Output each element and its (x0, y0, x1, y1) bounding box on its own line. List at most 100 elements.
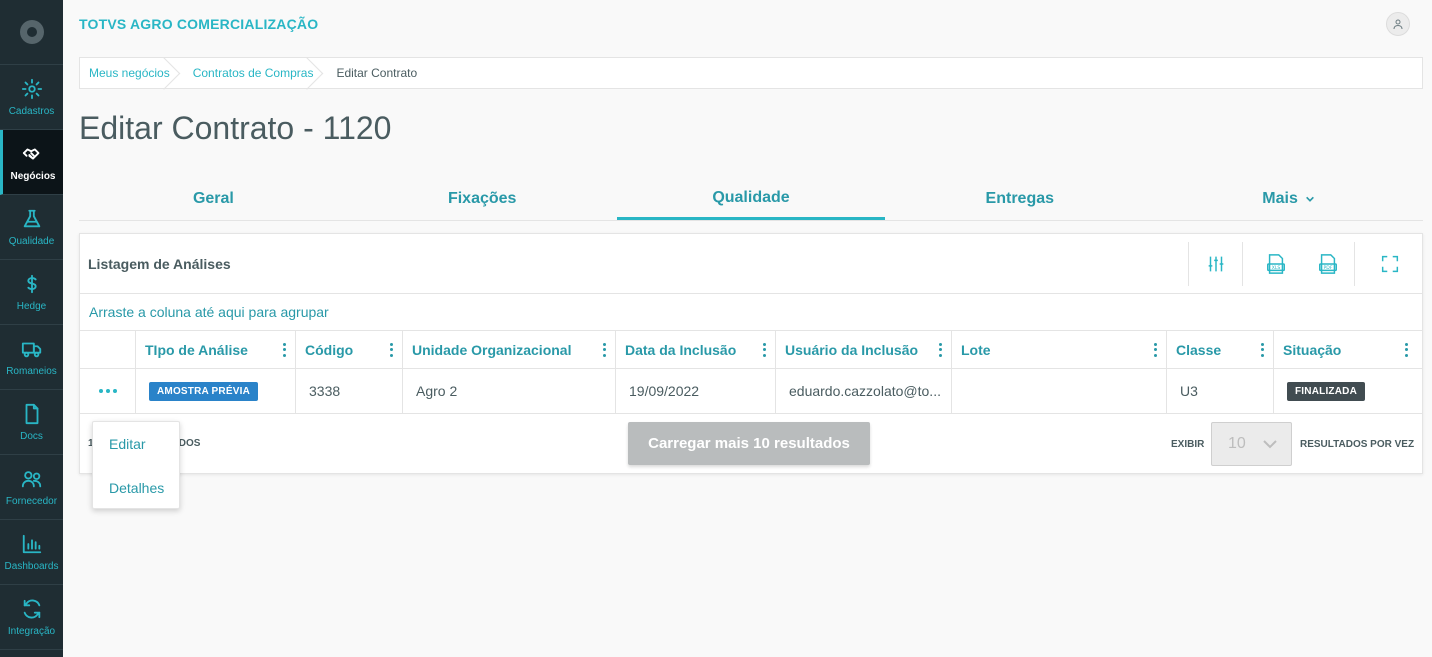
column-header-data[interactable]: Data da Inclusão (615, 331, 775, 368)
sidebar-item-label: Qualidade (8, 235, 55, 247)
column-menu-icon[interactable] (762, 342, 766, 357)
export-xls-button[interactable]: XLS (1256, 242, 1296, 286)
tab-label: Entregas (985, 190, 1055, 207)
card-title: Listagem de Análises (88, 255, 231, 272)
card-header: Listagem de Análises XLS PDF (80, 234, 1422, 294)
fullscreen-icon (1381, 255, 1399, 273)
sidebar-item-label: Hedge (16, 300, 47, 312)
menu-item-detalhes[interactable]: Detalhes (93, 466, 179, 510)
users-icon (21, 470, 41, 487)
column-header-actions (80, 331, 135, 368)
breadcrumb: Meus negócios Contratos de Compras Edita… (79, 57, 1423, 89)
sidebar-item-fornecedor[interactable]: Fornecedor (0, 455, 63, 520)
tab-entregas[interactable]: Entregas (885, 178, 1154, 220)
tab-bar: Geral Fixações Qualidade Entregas Mais (79, 178, 1423, 221)
column-header-label: TIpo de Análise (145, 341, 248, 358)
column-header-label: Unidade Organizacional (412, 341, 572, 358)
pdf-label: PDF (1324, 265, 1333, 271)
column-menu-icon[interactable] (938, 342, 942, 357)
column-header-usuario[interactable]: Usuário da Inclusão (775, 331, 951, 368)
table-header: TIpo de Análise Código Unidade Organizac… (80, 331, 1422, 369)
menu-item-editar[interactable]: Editar (93, 422, 179, 466)
sidebar-item-qualidade[interactable]: Qualidade (0, 195, 63, 260)
group-drop-zone[interactable]: Arraste a coluna até aqui para agrupar (80, 294, 1422, 331)
tab-fixacoes[interactable]: Fixações (348, 178, 617, 220)
row-actions-cell (80, 369, 135, 413)
analyses-list-card: Listagem de Análises XLS PDF Arraste a c… (79, 233, 1423, 474)
sidebar-item-label: Romaneios (6, 365, 57, 377)
tab-label: Mais (1262, 190, 1298, 207)
fullscreen-button[interactable] (1370, 242, 1410, 286)
column-header-situacao[interactable]: Situação (1273, 331, 1417, 368)
column-header-codigo[interactable]: Código (295, 331, 402, 368)
sidebar-item-dashboards[interactable]: Dashboards (0, 520, 63, 585)
sidebar-item-label: Integração (7, 625, 56, 637)
tab-label: Geral (192, 190, 234, 207)
column-header-classe[interactable]: Classe (1166, 331, 1273, 368)
column-header-label: Data da Inclusão (625, 341, 737, 358)
column-menu-icon[interactable] (282, 342, 286, 357)
document-icon (25, 403, 38, 424)
status-badge: FINALIZADA (1287, 381, 1365, 401)
column-header-label: Lote (961, 341, 991, 358)
export-pdf-icon: PDF (1319, 254, 1337, 274)
column-menu-icon[interactable] (1260, 342, 1264, 357)
sidebar-item-romaneios[interactable]: Romaneios (0, 325, 63, 390)
column-menu-icon[interactable] (389, 342, 393, 357)
sidebar-item-docs[interactable]: Docs (0, 390, 63, 455)
sidebar-item-integracao[interactable]: Integração (0, 585, 63, 650)
app-logo[interactable] (0, 0, 63, 65)
gear-icon (21, 78, 42, 99)
columns-settings-button[interactable] (1196, 242, 1236, 286)
chevron-down-icon (1305, 196, 1314, 202)
cell-tipo: AMOSTRA PRÉVIA (135, 369, 295, 413)
sidebar-item-label: Dashboards (4, 560, 59, 572)
xls-label: XLS (1272, 265, 1281, 271)
breadcrumb-item-meus-negocios[interactable]: Meus negócios (80, 58, 184, 88)
tab-qualidade[interactable]: Qualidade (616, 178, 886, 220)
sidebar-item-hedge[interactable]: Hedge (0, 260, 63, 325)
column-header-unidade[interactable]: Unidade Organizacional (402, 331, 615, 368)
breadcrumb-item-editar-contrato: Editar Contrato (336, 66, 418, 80)
dollar-icon (26, 274, 37, 293)
column-header-label: Código (305, 341, 354, 358)
cell-data: 19/09/2022 (615, 369, 775, 413)
toolbar-divider (1242, 242, 1243, 286)
sidebar-item-label: Cadastros (8, 105, 55, 117)
column-header-label: Usuário da Inclusão (785, 341, 919, 358)
row-actions-menu: Editar Detalhes (92, 421, 180, 509)
truck-icon (21, 342, 41, 357)
user-icon (1393, 19, 1403, 30)
cell-classe: U3 (1166, 369, 1273, 413)
analysis-type-badge: AMOSTRA PRÉVIA (149, 381, 258, 401)
sync-icon (23, 599, 40, 618)
column-menu-icon[interactable] (1404, 342, 1408, 357)
export-xls-icon: XLS (1267, 254, 1285, 274)
cell-situacao: FINALIZADA (1273, 369, 1417, 413)
cell-unidade: Agro 2 (402, 369, 615, 413)
column-header-label: Classe (1176, 341, 1222, 358)
column-menu-icon[interactable] (1153, 342, 1157, 357)
breadcrumb-item-contratos-de-compras[interactable]: Contratos de Compras (184, 58, 328, 88)
page-size-value: 10 (1228, 435, 1246, 452)
page-title: Editar Contrato - 1120 (79, 110, 392, 146)
sidebar-item-negocios[interactable]: Negócios (0, 130, 63, 195)
more-options-icon[interactable] (98, 389, 117, 393)
page-size-label: EXIBIR (1171, 439, 1205, 450)
tab-mais[interactable]: Mais (1154, 178, 1423, 220)
sidebar-item-label: Negócios (10, 170, 56, 182)
flask-icon (23, 209, 40, 227)
app-title: TOTVS AGRO COMERCIALIZAÇÃO (79, 16, 319, 32)
column-header-lote[interactable]: Lote (951, 331, 1166, 368)
cell-lote (951, 369, 1166, 413)
handshake-icon (22, 148, 40, 159)
load-more-button[interactable]: Carregar mais 10 resultados (628, 422, 870, 465)
page-size-select[interactable]: 10 (1211, 422, 1292, 466)
column-header-tipo[interactable]: TIpo de Análise (135, 331, 295, 368)
user-menu-button[interactable] (1386, 12, 1410, 36)
tab-geral[interactable]: Geral (79, 178, 348, 220)
export-pdf-button[interactable]: PDF (1308, 242, 1348, 286)
sidebar-item-cadastros[interactable]: Cadastros (0, 65, 63, 130)
column-menu-icon[interactable] (602, 342, 606, 357)
sidebar-item-label: Fornecedor (5, 495, 58, 507)
